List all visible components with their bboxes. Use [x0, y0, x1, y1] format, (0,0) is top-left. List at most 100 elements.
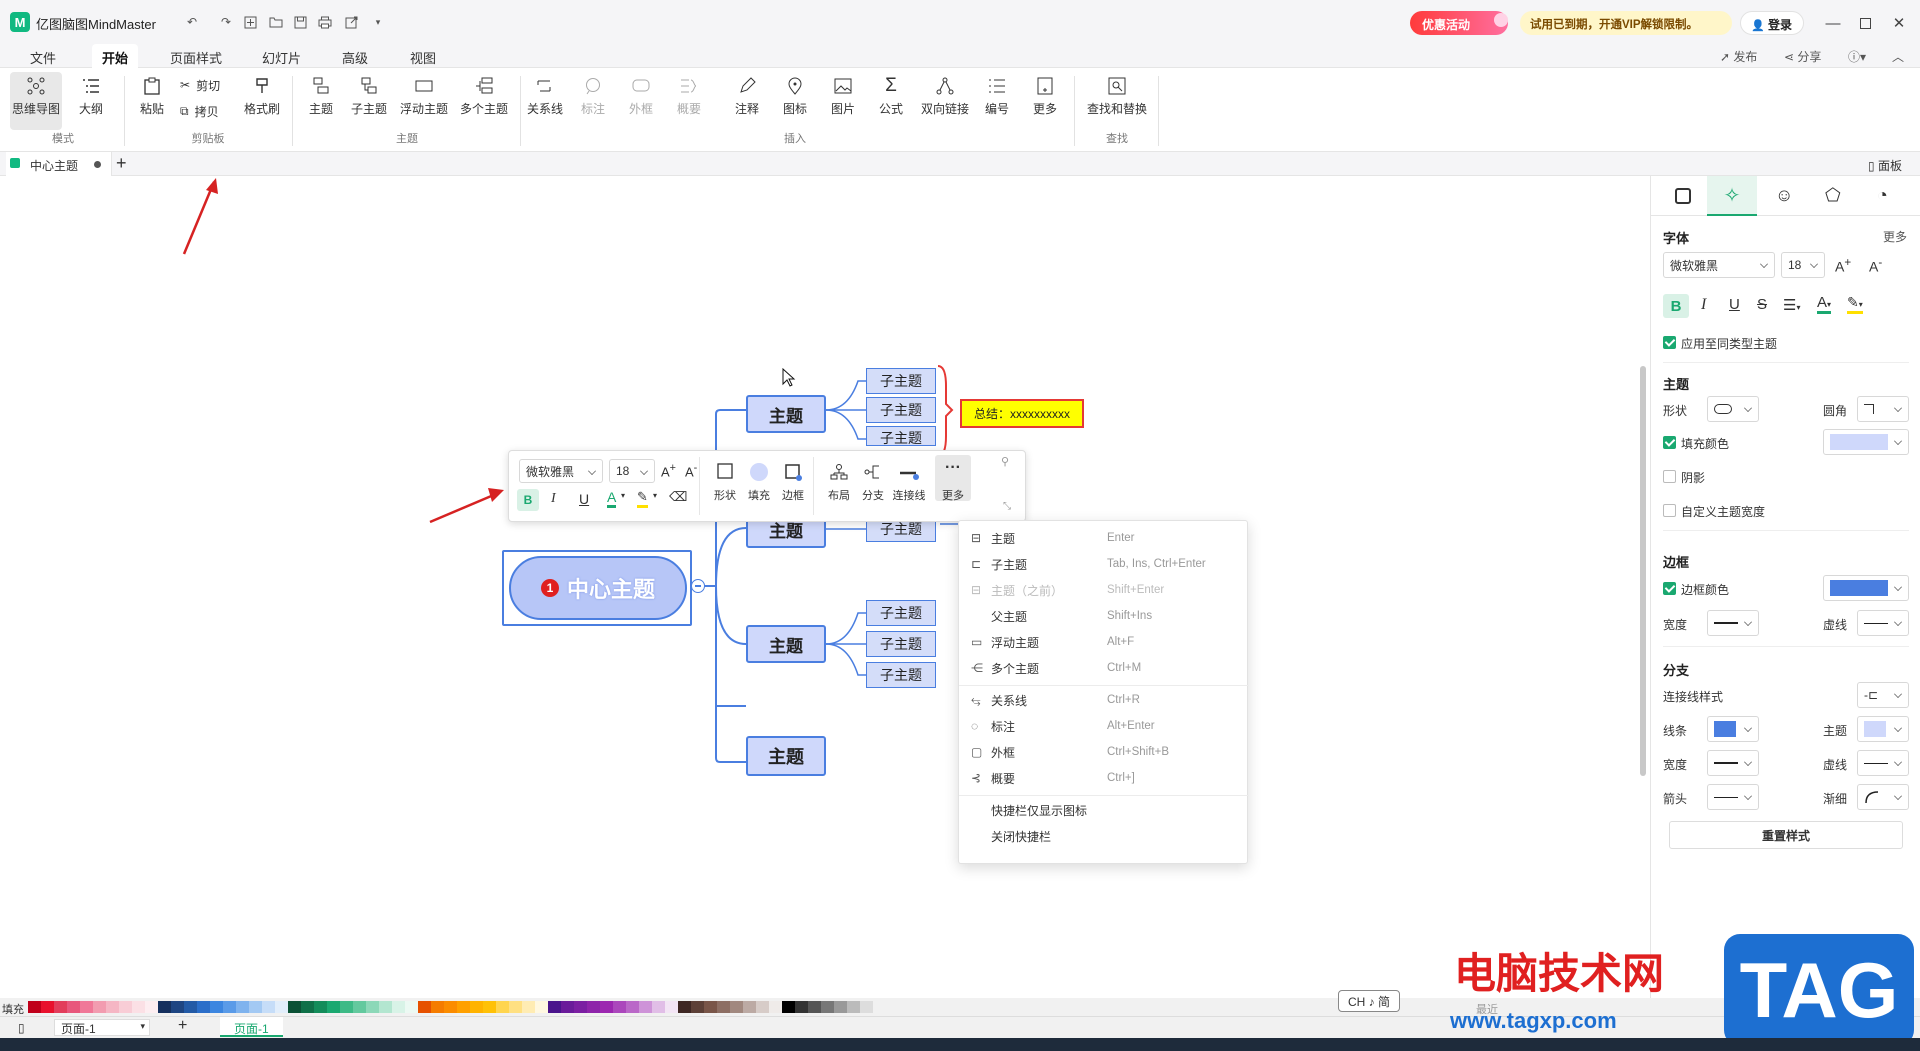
- ctx-item-topic-before[interactable]: ⊟ 主题（之前） Shift+Enter: [959, 577, 1249, 603]
- color-swatch[interactable]: [522, 1001, 535, 1013]
- help-icon[interactable]: ⓘ▾: [1848, 48, 1866, 65]
- border-color-checkbox[interactable]: [1663, 582, 1676, 595]
- callout-button[interactable]: 标注: [574, 72, 612, 130]
- share-button[interactable]: ⋖ 分享: [1784, 48, 1821, 65]
- outline-mode-button[interactable]: 大纲: [66, 72, 116, 130]
- subtopic-node[interactable]: 子主题: [866, 631, 936, 657]
- ctx-item-floating-topic[interactable]: ▭ 浮动主题 Alt+F: [959, 629, 1249, 655]
- topic-node[interactable]: 主题: [746, 395, 826, 433]
- color-swatch[interactable]: [379, 1001, 392, 1013]
- ctx-item-close-toolbar[interactable]: 关闭快捷栏: [959, 823, 1249, 849]
- color-swatch[interactable]: [327, 1001, 340, 1013]
- numbering-button[interactable]: 编号: [978, 72, 1016, 130]
- fill-color-select[interactable]: [1823, 429, 1909, 455]
- border-width-select[interactable]: [1707, 610, 1759, 636]
- color-swatch[interactable]: [431, 1001, 444, 1013]
- color-swatch[interactable]: [106, 1001, 119, 1013]
- ctx-item-summary[interactable]: ⊰ 概要 Ctrl+]: [959, 765, 1249, 791]
- quick-border-button[interactable]: 边框: [777, 463, 809, 503]
- color-swatch[interactable]: [93, 1001, 106, 1013]
- color-swatch[interactable]: [743, 1001, 756, 1013]
- ime-indicator[interactable]: CH ♪ 简: [1338, 990, 1400, 1012]
- color-swatch[interactable]: [132, 1001, 145, 1013]
- minimize-icon[interactable]: —: [1824, 14, 1842, 32]
- color-swatch[interactable]: [782, 1001, 795, 1013]
- color-swatch[interactable]: [158, 1001, 171, 1013]
- add-tab-icon[interactable]: +: [116, 153, 127, 174]
- color-swatch[interactable]: [587, 1001, 600, 1013]
- color-swatch[interactable]: [184, 1001, 197, 1013]
- central-topic[interactable]: 1 中心主题: [509, 556, 687, 620]
- color-swatch[interactable]: [236, 1001, 249, 1013]
- redo-icon[interactable]: ↷: [216, 12, 236, 32]
- theme-tab-icon[interactable]: ⬠: [1825, 185, 1841, 206]
- font-more-link[interactable]: 更多: [1883, 228, 1907, 245]
- bold-icon[interactable]: B: [517, 489, 539, 511]
- promo-button[interactable]: 优惠活动: [1410, 11, 1508, 35]
- subtopic-node[interactable]: 子主题: [866, 600, 936, 626]
- boundary-button[interactable]: 外框: [622, 72, 660, 130]
- page-select[interactable]: 页面-1 ▾: [54, 1019, 150, 1036]
- color-swatch[interactable]: [249, 1001, 262, 1013]
- subtopic-node[interactable]: 子主题: [866, 662, 936, 688]
- color-swatch[interactable]: [639, 1001, 652, 1013]
- color-swatch[interactable]: [574, 1001, 587, 1013]
- color-swatch[interactable]: [665, 1001, 678, 1013]
- color-swatch[interactable]: [613, 1001, 626, 1013]
- quick-connector-button[interactable]: 连接线: [889, 463, 929, 503]
- ctx-item-parent-topic[interactable]: 父主题 Shift+Ins: [959, 603, 1249, 629]
- subtopic-node[interactable]: 子主题: [866, 426, 936, 446]
- border-color-select[interactable]: [1823, 575, 1909, 601]
- color-swatch[interactable]: [834, 1001, 847, 1013]
- color-swatch[interactable]: [262, 1001, 275, 1013]
- topic-node[interactable]: 主题: [746, 736, 826, 776]
- color-swatch[interactable]: [301, 1001, 314, 1013]
- icon-tab-smile-icon[interactable]: ☺: [1775, 185, 1793, 206]
- color-swatch[interactable]: [28, 1001, 41, 1013]
- shadow-checkbox[interactable]: [1663, 470, 1676, 483]
- ctx-item-multiple-topics[interactable]: ⋲ 多个主题 Ctrl+M: [959, 655, 1249, 681]
- color-swatch[interactable]: [847, 1001, 860, 1013]
- unsaved-dot-icon[interactable]: [94, 161, 101, 168]
- border-dash-select[interactable]: [1857, 610, 1909, 636]
- shape-select[interactable]: [1707, 396, 1759, 422]
- color-swatch[interactable]: [41, 1001, 54, 1013]
- format-painter-button[interactable]: 格式刷: [240, 72, 284, 130]
- color-swatch[interactable]: [67, 1001, 80, 1013]
- line-color-select[interactable]: [1707, 716, 1759, 742]
- ctx-item-topic[interactable]: ⊟ 主题 Enter: [959, 525, 1249, 551]
- maximize-icon[interactable]: [1856, 14, 1874, 32]
- color-swatch[interactable]: [470, 1001, 483, 1013]
- topic-node[interactable]: 主题: [746, 625, 826, 663]
- pin-icon[interactable]: ⚲: [1001, 455, 1009, 468]
- color-swatch[interactable]: [392, 1001, 405, 1013]
- ctx-item-relationship[interactable]: ⥃ 关系线 Ctrl+R: [959, 687, 1249, 713]
- reset-style-button[interactable]: 重置样式: [1669, 821, 1903, 849]
- color-swatch[interactable]: [730, 1001, 743, 1013]
- undo-icon[interactable]: ↶: [182, 12, 202, 32]
- sidebar-toggle-icon[interactable]: ▯: [18, 1021, 25, 1035]
- subtopic-button[interactable]: 子主题: [348, 72, 390, 130]
- underline-icon[interactable]: U: [579, 491, 589, 507]
- find-replace-button[interactable]: 查找和替换: [1082, 72, 1152, 130]
- color-swatch[interactable]: [691, 1001, 704, 1013]
- note-button[interactable]: 注释: [728, 72, 766, 130]
- mindmap-canvas[interactable]: 1 中心主题 主题 主题 主题 主题 子主题 子主题 子主题 子主题 子主题 子…: [0, 176, 1650, 986]
- color-swatch[interactable]: [769, 1001, 782, 1013]
- color-swatch[interactable]: [80, 1001, 93, 1013]
- icon-button[interactable]: 图标: [776, 72, 814, 130]
- summary-button[interactable]: 概要: [670, 72, 708, 130]
- corner-select[interactable]: [1857, 396, 1909, 422]
- menu-page-style[interactable]: 页面样式: [170, 44, 222, 68]
- vip-trial-banner[interactable]: 试用已到期，开通VIP解锁限制。: [1520, 11, 1732, 35]
- paste-button[interactable]: 粘贴: [132, 72, 172, 130]
- panel-italic-icon[interactable]: I: [1701, 296, 1706, 314]
- subtopic-node[interactable]: 子主题: [866, 397, 936, 423]
- increase-font-icon[interactable]: A+: [661, 462, 676, 479]
- more-insert-button[interactable]: 更多: [1026, 72, 1064, 130]
- color-swatch[interactable]: [548, 1001, 561, 1013]
- summary-node[interactable]: 总结：xxxxxxxxxx: [960, 399, 1084, 428]
- color-swatch[interactable]: [340, 1001, 353, 1013]
- export-icon[interactable]: [342, 12, 362, 32]
- color-swatch[interactable]: [821, 1001, 834, 1013]
